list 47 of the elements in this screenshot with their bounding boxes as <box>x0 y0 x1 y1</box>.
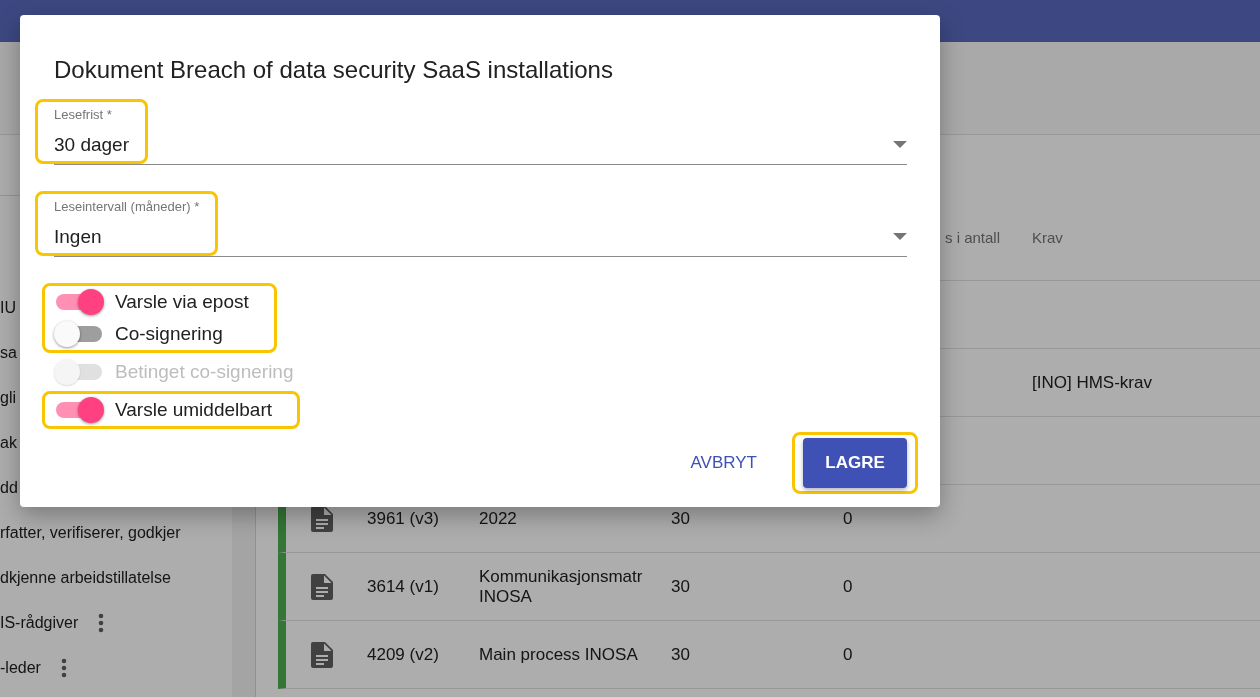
column-header: Krav <box>1032 229 1063 246</box>
table-cell: 30 <box>671 508 690 529</box>
sidebar-item[interactable]: IU <box>0 299 16 317</box>
field-value: Ingen <box>54 225 103 249</box>
cancel-button[interactable]: AVBRYT <box>674 438 773 488</box>
sidebar-item[interactable]: rfatter, verifiserer, godkjer <box>0 524 181 542</box>
table-cell: Main process INOSA <box>479 644 638 665</box>
sidebar-item[interactable]: sa <box>0 344 17 362</box>
sidebar-item[interactable]: dd <box>0 479 18 497</box>
document-icon <box>311 573 333 600</box>
document-icon <box>311 641 333 668</box>
toggle-label: Varsle via epost <box>115 291 249 313</box>
table-cell: 3961 (v3) <box>367 508 439 529</box>
dialog-title: Dokument Breach of data security SaaS installations <box>54 55 614 85</box>
toggle-switch[interactable] <box>54 397 104 423</box>
table-cell: [INO] HMS-krav <box>1032 372 1152 393</box>
toggle-switch[interactable] <box>54 289 104 315</box>
toggle-label: Varsle umiddelbart <box>115 399 272 421</box>
table-cell: 4209 (v2) <box>367 644 439 665</box>
document-icon <box>311 505 333 532</box>
sidebar-item[interactable]: dkjenne arbeidstillatelse <box>0 569 171 587</box>
toggle-label: Betinget co-signering <box>115 361 294 383</box>
sidebar-item[interactable]: gli <box>0 389 16 407</box>
table-cell: 3614 (v1) <box>367 576 439 597</box>
table-cell: 0 <box>843 508 853 529</box>
field-label: Leseintervall (måneder) * <box>54 199 200 215</box>
select-field[interactable]: Leseintervall (måneder) * Ingen <box>35 191 907 257</box>
sidebar-item[interactable]: -leder <box>0 659 41 677</box>
sidebar-item[interactable]: IS-rådgiver <box>0 614 79 632</box>
dropdown-icon[interactable] <box>893 233 907 240</box>
table-cell: 30 <box>671 576 690 597</box>
field-label: Lesefrist * <box>54 107 113 123</box>
field-value: 30 dager <box>54 133 129 157</box>
more-icon[interactable] <box>98 613 105 633</box>
toggle-switch[interactable] <box>54 321 104 347</box>
sidebar-item[interactable]: ak <box>0 434 17 452</box>
table-cell-text: Kommunikasjonsmatr INOSA <box>479 566 644 607</box>
select-field[interactable]: Lesefrist * 30 dager <box>35 99 907 165</box>
table-cell: 0 <box>843 644 853 665</box>
table-cell: 0 <box>843 576 853 597</box>
table-cell: 30 <box>671 644 690 665</box>
dropdown-icon[interactable] <box>893 141 907 148</box>
save-button[interactable]: LAGRE <box>803 438 907 488</box>
column-header: s i antall <box>945 229 1001 246</box>
toggle-label: Co-signering <box>115 323 223 345</box>
table-cell: 2022 <box>479 508 517 529</box>
more-icon[interactable] <box>60 658 67 678</box>
